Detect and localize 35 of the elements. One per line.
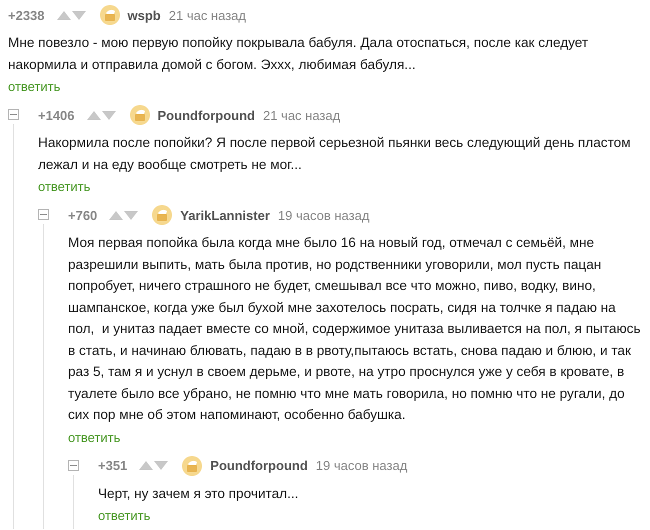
reply-link[interactable]: ответить [98,508,150,523]
rating: +760 [68,208,98,222]
downvote-icon[interactable] [72,10,86,20]
reply-link[interactable]: ответить [38,179,90,194]
author-name[interactable]: Poundforpound [158,108,255,122]
comment-time: 21 час назад [262,108,340,122]
reply-link[interactable]: ответить [68,430,120,444]
comment-time: 19 часов назад [316,458,408,473]
comment-text: Накормила после попойки? Я после первой серьезной пьянки весь следующий день пластом лежал и на еду вообще смотреть не мог... [38,134,632,174]
comment-text: Моя первая попойка была когда мне было 16 на новый год, отмечал с семьёй, мне разрешили выпить, мать была против, но родственники уговорили, мол пусть пацан попробует, ничего страшного не будет, смешывал все что можно, пиво, водку, вино, шампанское, когда уже был бухой мне захотелось посрать, сидя на толчке я падаю на пол, и унитаз падает вместе со мной, содержимое унитаза выливается на пол, я пытаюсь в стать, и начинаю блювать, падаю в в рвоту,пытаюсь встать, снова падаю и блюю, и так раз 5, там я и уснул в своем дерьме, и рвоте, на утро проснулся уже у себя в кровате, в туалете было все убрано, не помню что мне мать говорила, но помню что не ругали, до сих пор мне об этом напоминают, особенно бабушка. [68,234,642,424]
avatar-icon[interactable] [130,105,150,125]
collapse-button[interactable] [68,460,79,470]
collapse-button[interactable] [38,209,49,220]
author-name[interactable]: Poundforpound [210,458,308,473]
avatar-icon[interactable] [100,5,120,25]
upvote-icon[interactable] [56,10,71,20]
downvote-icon[interactable] [124,210,138,220]
rating: +351 [98,458,128,473]
comment-text: Черт, ну зачем я это прочитал... [98,484,300,503]
upvote-icon[interactable] [109,210,124,220]
downvote-icon[interactable] [154,461,168,470]
avatar-icon[interactable] [152,205,172,225]
avatar-icon[interactable] [182,456,202,476]
upvote-icon[interactable] [139,461,154,470]
rating: +2338 [8,8,45,22]
downvote-icon[interactable] [102,110,116,120]
reply-link[interactable]: ответить [8,79,60,94]
comment-time: 21 час назад [168,8,246,22]
author-name[interactable]: wspb [128,8,161,22]
collapse-button[interactable] [8,109,19,120]
upvote-icon[interactable] [86,110,101,120]
comment-text: Мне повезло - мою первую попойку покрывала бабуля. Дала отоспаться, после как следует накормила и отправила домой с богом. Эххх, любимая бабуля... [8,34,590,74]
comment-time: 19 часов назад [278,208,370,222]
author-name[interactable]: YarikLannister [180,208,270,222]
rating: +1406 [38,108,75,122]
